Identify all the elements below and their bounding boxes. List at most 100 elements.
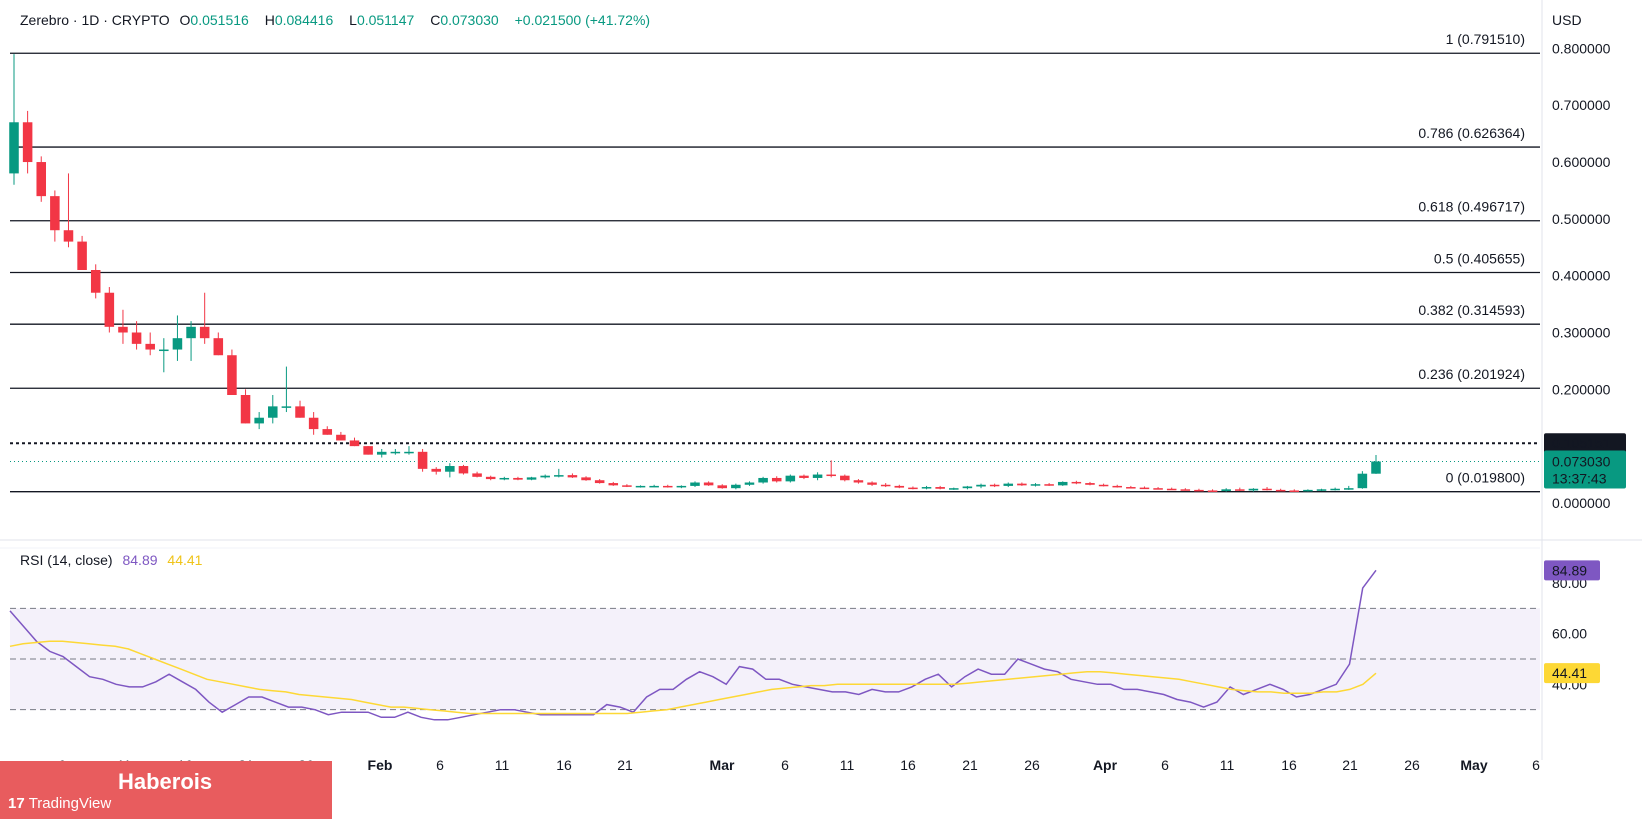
candle-body	[1343, 488, 1354, 490]
rsi-ma-value: 44.41	[167, 552, 203, 568]
candle-body	[513, 477, 523, 480]
candle-body	[622, 485, 632, 487]
x-tick-label: 16	[900, 757, 916, 773]
x-tick-label: Mar	[710, 757, 735, 773]
candle-body	[1057, 481, 1068, 486]
candle-body	[731, 484, 741, 489]
candle-body	[1139, 487, 1150, 490]
high-value: 0.084416	[274, 12, 334, 28]
price-tick-label: 0.600000	[1552, 154, 1611, 170]
chart-canvas[interactable]: 0.800000 0.700000 0.600000 0.500000 0.400000…	[0, 0, 1642, 819]
candle-body	[1275, 489, 1286, 492]
candle-body	[118, 326, 128, 333]
x-tick-label: May	[1460, 757, 1487, 773]
candle-body	[376, 451, 387, 455]
candle-body	[131, 332, 142, 344]
candle-body	[649, 485, 659, 488]
candle-body	[1248, 488, 1259, 491]
open-group: O0.051516	[180, 12, 255, 28]
close-label: C	[430, 12, 441, 28]
candle-body	[50, 196, 60, 231]
candle-body	[445, 466, 455, 472]
candle-body	[390, 451, 401, 454]
candle-body	[594, 480, 605, 484]
candle-body	[880, 484, 891, 487]
candle-body	[935, 487, 945, 489]
candle-body	[417, 451, 428, 469]
candle-body	[322, 429, 333, 435]
x-tick-label: 21	[962, 757, 978, 773]
candle-body	[404, 451, 414, 454]
change-value: +0.021500 (+41.72%)	[514, 12, 651, 28]
candle-body	[63, 230, 74, 242]
candle-body	[1030, 484, 1041, 486]
rsi-badge-label: 84.89	[1552, 562, 1587, 578]
candle-body	[949, 488, 959, 490]
candle-body	[1221, 489, 1231, 492]
candle-body	[989, 484, 1000, 487]
candle-body	[526, 477, 537, 480]
candle-body	[1112, 485, 1122, 488]
price-tick-label: 0.000000	[1552, 495, 1611, 511]
x-tick-label: 26	[1024, 757, 1040, 773]
x-tick-label: 21	[1342, 757, 1358, 773]
candle-body	[9, 122, 19, 174]
high-group: H0.084416	[265, 12, 340, 28]
candle-body	[199, 326, 210, 339]
x-tick-label: 11	[840, 757, 855, 773]
fib-label: 0.382 (0.314593)	[1418, 302, 1525, 318]
candle-body	[812, 474, 823, 478]
candle-body	[540, 475, 550, 478]
open-label: O	[179, 12, 191, 28]
fib-label: 0.786 (0.626364)	[1418, 125, 1525, 141]
x-tick-label: Feb	[368, 757, 393, 773]
close-group: C0.073030	[430, 12, 505, 28]
candle-body	[908, 487, 918, 490]
tradingview-logo: 17 TradingView	[8, 795, 111, 812]
x-tick-label: 16	[1281, 757, 1297, 773]
candle-body	[472, 473, 482, 477]
candle-body	[458, 466, 469, 474]
symbol-name: Zerebro · 1D · CRYPTO	[20, 12, 170, 28]
candle-body	[308, 417, 319, 430]
candle-body	[771, 477, 782, 482]
candle-body	[104, 292, 115, 327]
fib-label: 1 (0.791510)	[1446, 31, 1525, 47]
x-tick-label: 26	[1404, 757, 1420, 773]
last-price-label: 0.073030	[1552, 453, 1611, 469]
price-tick-label: 0.800000	[1552, 40, 1611, 56]
rsi-value: 84.89	[122, 552, 158, 568]
candle-body	[921, 487, 932, 489]
candle-body	[1044, 484, 1054, 486]
candle-body	[349, 440, 360, 447]
candle-body	[581, 477, 591, 481]
currency-selector[interactable]: USD	[1552, 12, 1582, 28]
tradingview-label: TradingView	[28, 795, 112, 812]
candle-body	[1003, 483, 1014, 486]
candle-body	[1262, 488, 1272, 491]
candle-body	[172, 338, 183, 350]
x-tick-label: 6	[1532, 757, 1540, 773]
candle-body	[431, 468, 441, 472]
candle-body	[1166, 488, 1177, 491]
candle-body	[336, 434, 346, 441]
candle-body	[744, 482, 755, 485]
candle-body	[1153, 488, 1163, 490]
low-group: L0.051147	[349, 12, 420, 28]
candle-body	[36, 162, 47, 197]
fib-label: 0.236 (0.201924)	[1418, 366, 1525, 382]
candle-body	[1371, 461, 1381, 474]
candle-body	[717, 485, 728, 489]
candle-body	[676, 485, 687, 488]
candle-body	[758, 477, 768, 483]
price-tick-label: 0.700000	[1552, 97, 1611, 113]
candle-body	[213, 338, 224, 356]
candle-body	[1316, 489, 1327, 491]
price-tick-label: 0.300000	[1552, 325, 1611, 341]
candle-body	[145, 343, 155, 350]
x-tick-label: Apr	[1093, 757, 1118, 773]
candle-body	[853, 480, 864, 483]
candle-body	[608, 483, 619, 486]
fib-label: 0.5 (0.405655)	[1434, 250, 1525, 266]
candle-body	[1085, 483, 1095, 485]
